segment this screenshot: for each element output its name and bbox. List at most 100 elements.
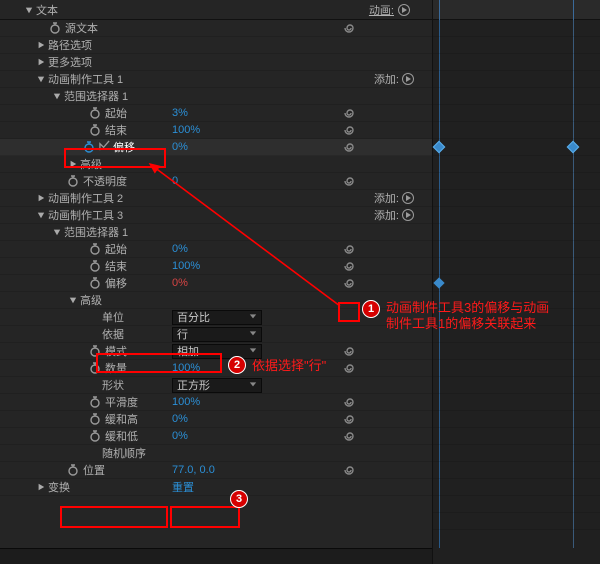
- expression-spiral-icon[interactable]: [342, 463, 356, 477]
- twirl-right-icon[interactable]: [36, 40, 46, 50]
- range-selector-label[interactable]: 范围选择器 1: [64, 88, 128, 104]
- stopwatch-icon[interactable]: [88, 429, 102, 443]
- prop-path-options[interactable]: 路径选项: [48, 37, 92, 53]
- shape-dropdown[interactable]: 正方形: [172, 378, 262, 393]
- twirl-right-icon[interactable]: [36, 482, 46, 492]
- chevron-down-icon: [249, 311, 257, 323]
- val-a3-end[interactable]: 100%: [172, 260, 200, 272]
- play-icon[interactable]: [402, 209, 414, 221]
- stopwatch-icon[interactable]: [88, 106, 102, 120]
- prop-random-order[interactable]: 随机顺序: [102, 445, 146, 461]
- prop-ease-low2[interactable]: 缓和低: [105, 428, 138, 444]
- stopwatch-icon[interactable]: [88, 395, 102, 409]
- twirl-down-icon[interactable]: [36, 74, 46, 84]
- val-a1-end[interactable]: 100%: [172, 124, 200, 136]
- twirl-down-icon[interactable]: [52, 91, 62, 101]
- stopwatch-icon[interactable]: [88, 412, 102, 426]
- val-ease-low2[interactable]: 0%: [172, 430, 188, 442]
- twirl-down-icon[interactable]: [24, 5, 34, 15]
- row-a1-offset: 偏移 0%: [0, 139, 432, 156]
- prop-advanced[interactable]: 高级: [80, 156, 102, 172]
- expression-spiral-icon[interactable]: [342, 429, 356, 443]
- play-icon[interactable]: [402, 73, 414, 85]
- prop-more-options[interactable]: 更多选项: [48, 54, 92, 70]
- stopwatch-icon[interactable]: [66, 463, 80, 477]
- val-a1-start[interactable]: 3%: [172, 107, 188, 119]
- prop-end[interactable]: 结束: [105, 258, 127, 274]
- prop-a1-offset[interactable]: 偏移: [113, 139, 135, 155]
- prop-a3-offset[interactable]: 偏移: [105, 275, 127, 291]
- add-menu-label[interactable]: 添加:: [374, 207, 399, 223]
- expression-spiral-icon[interactable]: [342, 106, 356, 120]
- annotation-badge-3: 3: [230, 490, 248, 508]
- stopwatch-icon[interactable]: [66, 174, 80, 188]
- prop-opacity[interactable]: 不透明度: [83, 173, 127, 189]
- expression-spiral-icon[interactable]: [342, 123, 356, 137]
- stopwatch-icon[interactable]: [48, 21, 62, 35]
- reset-link[interactable]: 重置: [172, 479, 194, 495]
- twirl-right-icon[interactable]: [68, 159, 78, 169]
- stopwatch-icon[interactable]: [88, 242, 102, 256]
- expression-spiral-icon[interactable]: [342, 21, 356, 35]
- units-dropdown[interactable]: 百分比: [172, 310, 262, 325]
- prop-end[interactable]: 结束: [105, 122, 127, 138]
- prop-ease-low[interactable]: 缓和高: [105, 411, 138, 427]
- expression-spiral-icon[interactable]: [342, 412, 356, 426]
- time-ruler[interactable]: [433, 0, 600, 20]
- play-icon[interactable]: [402, 192, 414, 204]
- prop-position[interactable]: 位置: [83, 462, 105, 478]
- stopwatch-icon[interactable]: [88, 344, 102, 358]
- expression-spiral-icon[interactable]: [342, 344, 356, 358]
- stopwatch-icon[interactable]: [88, 276, 102, 290]
- twirl-down-icon[interactable]: [68, 295, 78, 305]
- mode-dropdown[interactable]: 相加: [172, 344, 262, 359]
- val-amount[interactable]: 100%: [172, 362, 200, 374]
- val-ease-low[interactable]: 0%: [172, 413, 188, 425]
- row-a3-offset: 偏移 0%: [0, 275, 432, 292]
- expression-spiral-icon[interactable]: [342, 395, 356, 409]
- twirl-right-icon[interactable]: [36, 193, 46, 203]
- expression-spiral-icon[interactable]: [342, 259, 356, 273]
- expression-spiral-icon[interactable]: [342, 174, 356, 188]
- add-menu-label[interactable]: 添加:: [374, 71, 399, 87]
- expression-spiral-icon[interactable]: [342, 276, 356, 290]
- stopwatch-icon[interactable]: [88, 123, 102, 137]
- row-path-options: 路径选项: [0, 37, 432, 54]
- val-a1-offset[interactable]: 0%: [172, 141, 188, 153]
- prop-source-text[interactable]: 源文本: [65, 20, 98, 36]
- animator1-label[interactable]: 动画制作工具 1: [48, 71, 123, 87]
- expression-spiral-icon[interactable]: [342, 242, 356, 256]
- prop-ease-high[interactable]: 平滑度: [105, 394, 138, 410]
- timeline-area[interactable]: [432, 0, 600, 564]
- prop-advanced[interactable]: 高级: [80, 292, 102, 308]
- twirl-right-icon[interactable]: [36, 57, 46, 67]
- animator2-label[interactable]: 动画制作工具 2: [48, 190, 123, 206]
- prop-transform[interactable]: 变换: [48, 479, 70, 495]
- row-ease-low2: 缓和低 0%: [0, 428, 432, 445]
- animate-menu-label[interactable]: 动画:: [369, 2, 394, 18]
- graph-icon[interactable]: [99, 140, 110, 154]
- add-menu-label[interactable]: 添加:: [374, 190, 399, 206]
- val-a3-start[interactable]: 0%: [172, 243, 188, 255]
- val-position[interactable]: 77.0, 0.0: [172, 464, 215, 476]
- val-ease-high[interactable]: 100%: [172, 396, 200, 408]
- chevron-down-icon: [249, 328, 257, 340]
- play-icon[interactable]: [398, 4, 410, 16]
- val-a3-offset[interactable]: 0%: [172, 277, 188, 289]
- expression-spiral-icon[interactable]: [342, 361, 356, 375]
- prop-start[interactable]: 起始: [105, 241, 127, 257]
- animator3-label[interactable]: 动画制作工具 3: [48, 207, 123, 223]
- row-random-order: 随机顺序: [0, 445, 432, 462]
- twirl-down-icon[interactable]: [36, 210, 46, 220]
- stopwatch-icon[interactable]: [88, 361, 102, 375]
- stopwatch-icon[interactable]: [88, 259, 102, 273]
- val-a1-opacity[interactable]: 0: [172, 175, 178, 187]
- prop-start[interactable]: 起始: [105, 105, 127, 121]
- expression-spiral-icon[interactable]: [342, 140, 356, 154]
- stopwatch-icon[interactable]: [82, 140, 96, 154]
- twirl-down-icon[interactable]: [52, 227, 62, 237]
- based-on-dropdown[interactable]: 行: [172, 327, 262, 342]
- range-selector-label[interactable]: 范围选择器 1: [64, 224, 128, 240]
- prop-amount[interactable]: 数量: [105, 360, 127, 376]
- row-position: 位置 77.0, 0.0: [0, 462, 432, 479]
